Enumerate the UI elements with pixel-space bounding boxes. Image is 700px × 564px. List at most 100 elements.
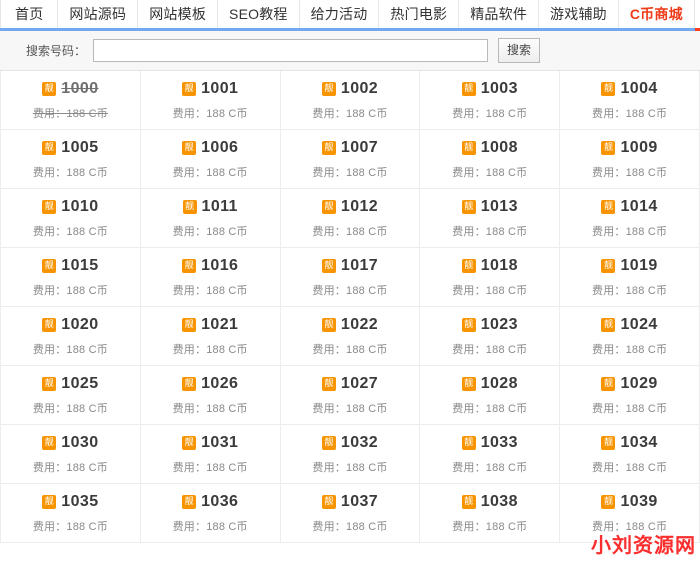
number-value: 1035 — [61, 493, 98, 511]
premium-number-icon: 靓 — [182, 318, 196, 332]
number-card-header: 靓1025 — [42, 375, 98, 393]
number-card[interactable]: 靓1036费用：188 C币 — [141, 484, 281, 543]
number-card[interactable]: 靓1015费用：188 C币 — [1, 248, 141, 307]
number-card-header: 靓1013 — [462, 198, 518, 216]
number-value: 1010 — [61, 198, 98, 216]
number-card[interactable]: 靓1023费用：188 C币 — [420, 307, 560, 366]
number-card[interactable]: 靓1027费用：188 C币 — [281, 366, 421, 425]
premium-number-icon: 靓 — [462, 318, 476, 332]
number-card[interactable]: 靓1018费用：188 C币 — [420, 248, 560, 307]
number-card-header: 靓1026 — [182, 375, 238, 393]
premium-number-icon: 靓 — [462, 259, 476, 273]
nav-item-4[interactable]: SEO教程 — [218, 0, 300, 28]
number-card[interactable]: 靓1024费用：188 C币 — [560, 307, 700, 366]
nav-item-label: SEO教程 — [229, 4, 288, 24]
number-card[interactable]: 靓1009费用：188 C币 — [560, 130, 700, 189]
premium-number-icon: 靓 — [42, 436, 56, 450]
nav-item-7[interactable]: 精品软件 — [459, 0, 539, 28]
nav-underline-inactive — [0, 28, 695, 31]
number-card[interactable]: 靓1014费用：188 C币 — [560, 189, 700, 248]
number-price: 费用：188 C币 — [173, 164, 248, 180]
number-card[interactable]: 靓1035费用：188 C币 — [1, 484, 141, 543]
nav-item-10[interactable]: 靓号中心 — [695, 0, 700, 28]
number-price: 费用：188 C币 — [592, 164, 667, 180]
number-card[interactable]: 靓1016费用：188 C币 — [141, 248, 281, 307]
number-value: 1025 — [61, 375, 98, 393]
number-card[interactable]: 靓1022费用：188 C币 — [281, 307, 421, 366]
number-value: 1023 — [481, 316, 518, 334]
number-card[interactable]: 靓1032费用：188 C币 — [281, 425, 421, 484]
number-card[interactable]: 靓1007费用：188 C币 — [281, 130, 421, 189]
premium-number-icon: 靓 — [42, 495, 56, 509]
number-card[interactable]: 靓1038费用：188 C币 — [420, 484, 560, 543]
number-card[interactable]: 靓1012费用：188 C币 — [281, 189, 421, 248]
number-card[interactable]: 靓1019费用：188 C币 — [560, 248, 700, 307]
number-card[interactable]: 靓1011费用：188 C币 — [141, 189, 281, 248]
nav-item-2[interactable]: 网站源码 — [58, 0, 138, 28]
search-input[interactable] — [93, 39, 488, 62]
nav-item-1[interactable]: 首页 — [0, 0, 58, 28]
nav-item-5[interactable]: 给力活动 — [300, 0, 380, 28]
number-card[interactable]: 靓1000 费用：188 C币 — [1, 71, 141, 130]
number-value: 1022 — [341, 316, 378, 334]
nav-item-3[interactable]: 网站模板 — [138, 0, 218, 28]
number-card[interactable]: 靓1021费用：188 C币 — [141, 307, 281, 366]
number-price: 费用：188 C币 — [33, 105, 108, 121]
premium-number-icon: 靓 — [322, 259, 336, 273]
number-card[interactable]: 靓1025费用：188 C币 — [1, 366, 141, 425]
number-value: 1033 — [481, 434, 518, 452]
number-price: 费用：188 C币 — [592, 105, 667, 121]
number-card-header: 靓1010 — [42, 198, 98, 216]
premium-number-icon: 靓 — [462, 377, 476, 391]
number-card[interactable]: 靓1037费用：188 C币 — [281, 484, 421, 543]
number-card[interactable]: 靓1033费用：188 C币 — [420, 425, 560, 484]
number-card-header: 靓1020 — [42, 316, 98, 334]
nav-item-label: 精品软件 — [470, 4, 527, 24]
number-value: 1024 — [620, 316, 657, 334]
number-card-header: 靓1002 — [322, 80, 378, 98]
number-card[interactable]: 靓1010 费用：188 C币 — [1, 189, 141, 248]
number-card[interactable]: 靓1013费用：188 C币 — [420, 189, 560, 248]
number-card-header: 靓1008 — [462, 139, 518, 157]
nav-item-8[interactable]: 游戏辅助 — [539, 0, 619, 28]
number-card[interactable]: 靓1008费用：188 C币 — [420, 130, 560, 189]
number-price: 费用：188 C币 — [33, 459, 108, 475]
number-card[interactable]: 靓1034费用：188 C币 — [560, 425, 700, 484]
number-card[interactable]: 靓 1030 费用：188 C币 — [1, 425, 141, 484]
number-card[interactable]: 靓1006费用：188 C币 — [141, 130, 281, 189]
premium-number-icon: 靓 — [601, 200, 615, 214]
nav-item-6[interactable]: 热门电影 — [379, 0, 459, 28]
number-value: 1004 — [620, 80, 657, 98]
search-button[interactable]: 搜索 — [498, 38, 540, 63]
number-card-header: 靓1021 — [182, 316, 238, 334]
number-card[interactable]: 靓1017费用：188 C币 — [281, 248, 421, 307]
number-card[interactable]: 靓1026费用：188 C币 — [141, 366, 281, 425]
number-card[interactable]: 靓1029费用：188 C币 — [560, 366, 700, 425]
premium-number-icon: 靓 — [182, 495, 196, 509]
main-navigation: 首页网站源码网站模板 SEO教程给力活动热门电影精品软件游戏辅助C币商城靓号中心 — [0, 0, 700, 28]
number-card[interactable]: 靓1028费用：188 C币 — [420, 366, 560, 425]
nav-item-9[interactable]: C币商城 — [619, 0, 695, 28]
number-card[interactable]: 靓1039费用：188 C币 — [560, 484, 700, 543]
number-card-header: 靓1032 — [322, 434, 378, 452]
number-card[interactable]: 靓1020 费用：188 C币 — [1, 307, 141, 366]
number-card-header: 靓1016 — [182, 257, 238, 275]
number-price: 费用：188 C币 — [33, 223, 108, 239]
number-card[interactable]: 靓1003费用：188 C币 — [420, 71, 560, 130]
number-value: 1018 — [481, 257, 518, 275]
number-card[interactable]: 靓1005费用：188 C币 — [1, 130, 141, 189]
number-price: 费用：188 C币 — [452, 518, 527, 534]
number-card-header: 靓1005 — [42, 139, 98, 157]
premium-number-icon: 靓 — [601, 141, 615, 155]
premium-number-icon: 靓 — [462, 141, 476, 155]
number-value: 1027 — [341, 375, 378, 393]
number-card[interactable]: 靓1031费用：188 C币 — [141, 425, 281, 484]
number-card[interactable]: 靓1004费用：188 C币 — [560, 71, 700, 130]
number-price: 费用：188 C币 — [312, 105, 387, 121]
number-value: 1030 — [61, 434, 98, 452]
number-card[interactable]: 靓1002 费用：188 C币 — [281, 71, 421, 130]
number-card[interactable]: 靓1001费用：188 C币 — [141, 71, 281, 130]
nav-item-label: 网站模板 — [149, 4, 206, 24]
number-price: 费用：188 C币 — [33, 341, 108, 357]
number-card-header: 靓1000 — [42, 80, 98, 98]
